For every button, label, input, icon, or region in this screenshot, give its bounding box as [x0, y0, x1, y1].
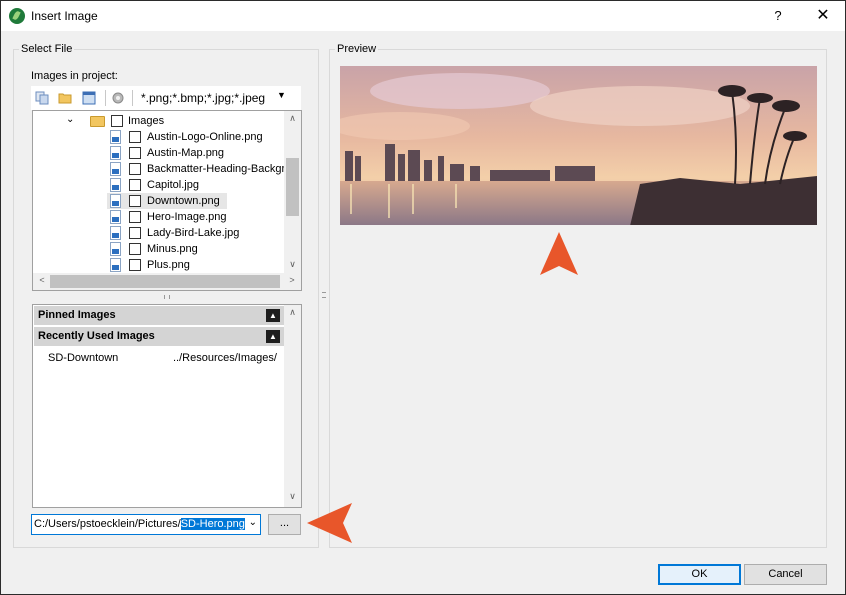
horizontal-splitter-handle[interactable] [164, 295, 170, 299]
file-checkbox[interactable] [129, 227, 141, 239]
scroll-down-icon[interactable]: ∨ [286, 491, 299, 505]
tree-file-row[interactable]: Capitol.jpg [33, 177, 283, 193]
tree-file-label: Lady-Bird-Lake.jpg [147, 227, 240, 239]
toolbar-separator [105, 90, 106, 106]
recent-item-name[interactable]: SD-Downtown [48, 352, 118, 364]
recent-images-header[interactable]: Recently Used Images ▲ [34, 327, 284, 346]
file-checkbox[interactable] [129, 147, 141, 159]
path-selected-text: SD-Hero.png [180, 518, 245, 530]
browse-button[interactable]: ... [268, 514, 301, 535]
image-file-icon [110, 178, 121, 192]
scroll-left-icon[interactable]: < [35, 275, 49, 288]
file-checkbox[interactable] [129, 243, 141, 255]
image-file-icon [110, 242, 121, 256]
callout-arrow-up [540, 232, 578, 275]
insert-image-dialog: Insert Image ? ✕ Select File Images in p… [0, 0, 846, 595]
tree-file-row[interactable]: Austin-Logo-Online.png [33, 129, 283, 145]
toolbar-separator [132, 90, 133, 106]
folder-checkbox[interactable] [111, 115, 123, 127]
scroll-up-icon[interactable]: ∧ [286, 307, 299, 321]
settings-icon[interactable] [111, 91, 125, 105]
open-folder-icon[interactable] [58, 91, 72, 105]
folder-icon [90, 116, 105, 127]
tree-file-label: Austin-Logo-Online.png [147, 131, 263, 143]
tree-file-label: Downtown.png [147, 195, 220, 207]
image-tree[interactable]: ⌄ Images Austin-Logo-Online.png Austin-M… [32, 110, 302, 291]
pinned-recent-panel: Pinned Images ▲ Recently Used Images ▲ S… [32, 304, 302, 508]
tree-file-row[interactable]: Lady-Bird-Lake.jpg [33, 225, 283, 241]
tree-file-row-selected[interactable]: Downtown.png [107, 193, 227, 209]
scroll-up-icon[interactable]: ∧ [286, 113, 299, 127]
tree-file-label: Austin-Map.png [147, 147, 225, 159]
cancel-button[interactable]: Cancel [744, 564, 827, 585]
scroll-right-icon[interactable]: > [285, 275, 299, 288]
file-checkbox[interactable] [129, 179, 141, 191]
tree-file-label: Minus.png [147, 243, 198, 255]
copy-icon[interactable] [35, 91, 49, 105]
tree-horizontal-scrollbar[interactable]: < > [33, 273, 301, 290]
callout-arrow-left [307, 503, 352, 543]
tree-file-row[interactable]: Austin-Map.png [33, 145, 283, 161]
select-file-legend: Select File [19, 43, 75, 55]
title-bar: Insert Image ? ✕ [1, 1, 845, 31]
images-in-project-label: Images in project: [31, 70, 118, 82]
tree-file-row[interactable]: Plus.png [33, 257, 283, 273]
image-file-icon [110, 226, 121, 240]
tree-folder-images[interactable]: ⌄ Images [33, 113, 283, 129]
tree-file-row[interactable]: Backmatter-Heading-Backgro [33, 161, 291, 177]
file-checkbox[interactable] [129, 259, 141, 271]
file-checkbox[interactable] [129, 195, 141, 207]
chevron-down-icon[interactable]: ▼ [277, 90, 286, 100]
scroll-thumb[interactable] [286, 158, 299, 216]
pinned-images-header[interactable]: Pinned Images ▲ [34, 306, 284, 325]
dialog-title: Insert Image [31, 9, 98, 23]
ok-button[interactable]: OK [658, 564, 741, 585]
image-file-icon [110, 210, 121, 224]
tree-file-row[interactable]: Minus.png [33, 241, 283, 257]
scroll-down-icon[interactable]: ∨ [286, 259, 299, 273]
image-file-icon [110, 130, 121, 144]
preview-image [340, 66, 817, 225]
collapse-icon[interactable]: ▲ [266, 330, 280, 343]
file-type-filter[interactable]: *.png;*.bmp;*.jpg;*.jpeg [141, 91, 265, 105]
pinned-images-label: Pinned Images [38, 309, 116, 321]
image-file-icon [110, 258, 121, 272]
preview-legend: Preview [335, 43, 379, 55]
tree-vertical-scrollbar[interactable]: ∧ ∨ [284, 111, 301, 274]
scroll-thumb[interactable] [50, 275, 280, 288]
image-path-combo[interactable]: C:/Users/pstoecklein/Pictures/SD-Hero.pn… [31, 514, 261, 535]
file-checkbox[interactable] [129, 131, 141, 143]
chevron-down-icon[interactable]: ⌄ [249, 517, 257, 528]
tree-file-label: Hero-Image.png [147, 211, 227, 223]
app-leaf-icon [9, 8, 25, 24]
help-button[interactable]: ? [767, 4, 789, 28]
image-file-icon [110, 194, 121, 208]
tree-file-label: Backmatter-Heading-Backgro [147, 163, 292, 175]
collapse-icon[interactable]: ▲ [266, 309, 280, 322]
vertical-splitter-handle[interactable] [322, 292, 326, 298]
image-file-icon [110, 162, 121, 176]
close-button[interactable]: ✕ [807, 4, 839, 28]
image-file-icon [110, 146, 121, 160]
image-toolbar: *.png;*.bmp;*.jpg;*.jpeg ▼ [31, 86, 301, 110]
recent-vertical-scrollbar[interactable]: ∧ ∨ [284, 305, 301, 507]
thumbnail-view-icon[interactable] [82, 91, 96, 105]
file-checkbox[interactable] [129, 211, 141, 223]
file-checkbox[interactable] [129, 163, 141, 175]
recent-images-label: Recently Used Images [38, 330, 155, 342]
path-prefix-text: C:/Users/pstoecklein/Pictures/ [34, 518, 181, 530]
tree-file-row[interactable]: Hero-Image.png [33, 209, 283, 225]
chevron-down-icon[interactable]: ⌄ [66, 114, 74, 125]
tree-file-label: Plus.png [147, 259, 190, 271]
tree-file-label: Capitol.jpg [147, 179, 199, 191]
recent-item-path: ../Resources/Images/ [173, 352, 277, 364]
tree-folder-label: Images [128, 115, 165, 127]
